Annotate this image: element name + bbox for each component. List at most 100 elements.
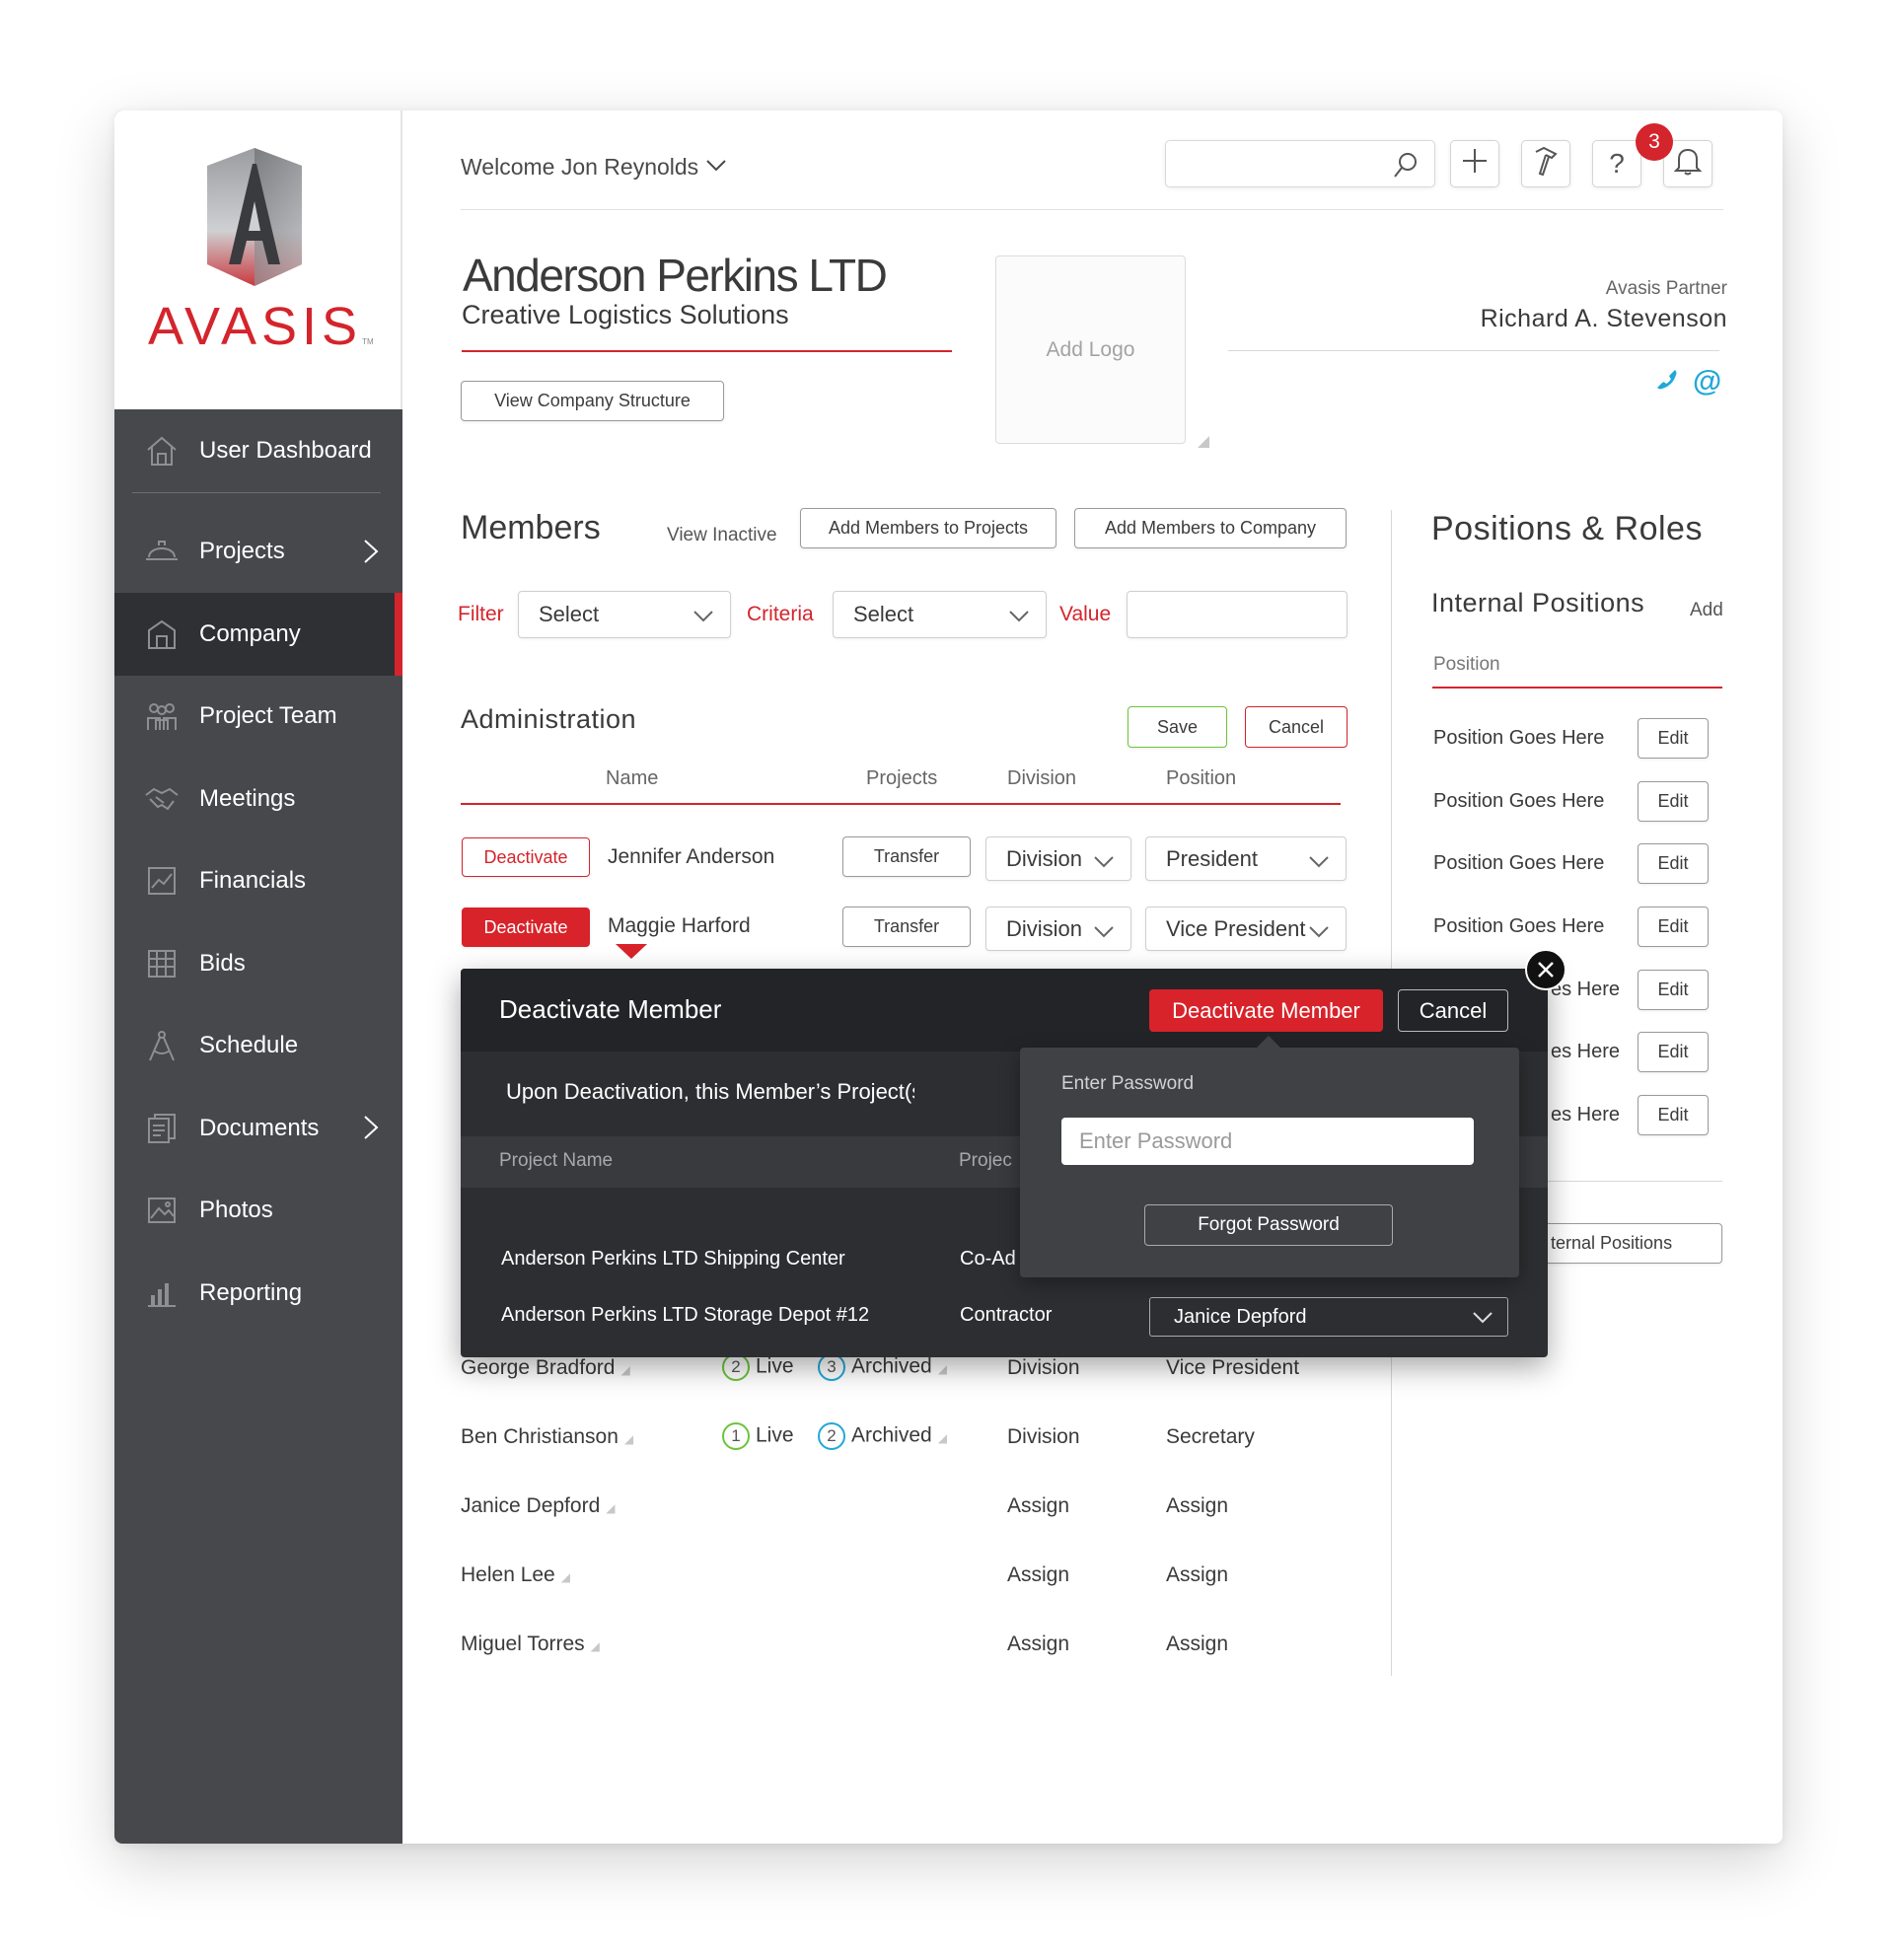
view-company-structure-button[interactable]: View Company Structure: [461, 381, 724, 421]
help-icon: ?: [1609, 148, 1625, 179]
filter-select[interactable]: Select: [518, 591, 731, 638]
save-button[interactable]: Save: [1128, 706, 1227, 748]
division-select[interactable]: Division: [985, 836, 1131, 881]
add-position-link[interactable]: Add: [1690, 600, 1723, 621]
tools-button[interactable]: [1521, 140, 1570, 187]
modal-message: Upon Deactivation, this Member’s Project…: [506, 1079, 914, 1104]
member-name[interactable]: Miguel Torres ◢: [461, 1633, 600, 1656]
edit-position-button[interactable]: Edit: [1638, 718, 1709, 759]
criteria-select[interactable]: Select: [833, 591, 1047, 638]
project-name-column: Project Name: [499, 1150, 614, 1171]
confirm-deactivate-button[interactable]: Deactivate Member: [1149, 989, 1383, 1032]
password-label: Enter Password: [1061, 1073, 1195, 1094]
assign-division-link[interactable]: Assign: [1007, 1563, 1069, 1587]
chevron-down-icon[interactable]: [705, 154, 727, 176]
expand-triangle-icon[interactable]: ◢: [561, 1570, 570, 1584]
member-name[interactable]: Helen Lee ◢: [461, 1563, 570, 1587]
brand-logo[interactable]: AVASISTM: [114, 110, 402, 409]
chevron-down-icon: [693, 611, 713, 622]
edit-position-button[interactable]: Edit: [1638, 843, 1709, 884]
column-header-position[interactable]: Position: [1166, 767, 1236, 790]
internal-positions-title: Internal Positions: [1431, 588, 1645, 617]
column-header-projects[interactable]: Projects: [866, 767, 937, 790]
edit-position-button[interactable]: Edit: [1638, 781, 1709, 822]
sidebar-item-photos[interactable]: Photos: [114, 1170, 402, 1253]
help-button[interactable]: ?: [1592, 140, 1641, 187]
member-name[interactable]: Janice Depford ◢: [461, 1494, 615, 1518]
transfer-button[interactable]: Transfer: [842, 836, 971, 877]
member-name: Maggie Harford: [608, 914, 751, 937]
email-icon[interactable]: @: [1693, 365, 1721, 399]
modal-cancel-button[interactable]: Cancel: [1398, 989, 1508, 1032]
expand-triangle-icon[interactable]: ◢: [938, 1362, 947, 1376]
expand-triangle-icon[interactable]: ◢: [606, 1501, 615, 1515]
modal-project-name: Anderson Perkins LTD Storage Depot #12: [501, 1304, 870, 1326]
assign-position-link[interactable]: Assign: [1166, 1633, 1228, 1656]
add-members-to-projects-button[interactable]: Add Members to Projects: [800, 508, 1056, 548]
assign-position-link[interactable]: Assign: [1166, 1494, 1228, 1518]
value-input[interactable]: [1127, 591, 1348, 638]
sidebar-item-label: User Dashboard: [199, 436, 372, 464]
edit-position-button[interactable]: Edit: [1638, 1032, 1709, 1072]
deactivate-button-active[interactable]: Deactivate: [462, 907, 590, 947]
cancel-button[interactable]: Cancel: [1245, 706, 1348, 748]
criteria-select-value: Select: [853, 602, 914, 626]
modal-project-role: Contractor: [960, 1304, 1053, 1326]
expand-triangle-icon[interactable]: ◢: [620, 1363, 629, 1377]
add-members-to-company-button[interactable]: Add Members to Company: [1074, 508, 1347, 548]
sidebar-item-documents[interactable]: Documents: [114, 1087, 402, 1170]
expand-triangle-icon[interactable]: ◢: [624, 1432, 633, 1446]
modal-header: Deactivate Member Deactivate Member Canc…: [461, 969, 1548, 1052]
transfer-button[interactable]: Transfer: [842, 907, 971, 947]
search-icon[interactable]: [1393, 151, 1419, 179]
project-counts: 2 Archived ◢: [818, 1422, 947, 1450]
sidebar-item-schedule[interactable]: Schedule: [114, 1005, 402, 1088]
search-input[interactable]: [1165, 140, 1435, 187]
add-button[interactable]: [1450, 140, 1499, 187]
member-name[interactable]: Ben Christianson ◢: [461, 1425, 633, 1449]
position-select[interactable]: Vice President: [1145, 907, 1347, 951]
app-window: AVASISTM User Dashboard Projects Company…: [114, 110, 1783, 1844]
sidebar-item-project-team[interactable]: Project Team: [114, 676, 402, 759]
sidebar-item-bids[interactable]: Bids: [114, 922, 402, 1005]
view-inactive-link[interactable]: View Inactive: [667, 525, 777, 546]
password-field[interactable]: [1061, 1118, 1474, 1165]
sidebar-item-reporting[interactable]: Reporting: [114, 1252, 402, 1335]
expand-triangle-icon[interactable]: ◢: [591, 1639, 600, 1653]
building-icon: [144, 617, 180, 652]
close-icon[interactable]: [1525, 949, 1566, 990]
filter-select-value: Select: [539, 602, 600, 626]
criteria-label: Criteria: [747, 603, 814, 625]
sidebar-item-company[interactable]: Company: [114, 593, 402, 676]
partner-divider: [1228, 350, 1719, 351]
sidebar-item-meetings[interactable]: Meetings: [114, 758, 402, 840]
user-menu-label[interactable]: Welcome Jon Reynolds: [461, 154, 698, 181]
assign-division-link[interactable]: Assign: [1007, 1633, 1069, 1656]
partner-contact: @: [1653, 365, 1721, 399]
column-header-division[interactable]: Division: [1007, 767, 1076, 790]
filter-label: Filter: [458, 603, 504, 625]
assign-division-link[interactable]: Assign: [1007, 1494, 1069, 1518]
forgot-password-button[interactable]: Forgot Password: [1144, 1204, 1393, 1246]
sidebar-item-financials[interactable]: Financials: [114, 840, 402, 923]
edit-position-button[interactable]: Edit: [1638, 907, 1709, 947]
partner-label: Avasis Partner: [1605, 278, 1727, 299]
position-item: Position Goes Here: [1433, 915, 1605, 937]
edit-position-button[interactable]: Edit: [1638, 970, 1709, 1010]
phone-icon[interactable]: [1653, 366, 1679, 399]
member-name[interactable]: George Bradford ◢: [461, 1356, 630, 1380]
division-select[interactable]: Division: [985, 907, 1131, 951]
deactivate-pointer: [616, 944, 647, 959]
column-header-name[interactable]: Name: [606, 767, 658, 790]
reassign-member-select[interactable]: Janice Depford: [1149, 1297, 1508, 1337]
add-logo-dropzone[interactable]: Add Logo: [995, 255, 1186, 444]
sidebar-item-projects[interactable]: Projects: [114, 511, 402, 594]
expand-triangle-icon[interactable]: ◢: [938, 1431, 947, 1445]
assign-position-link[interactable]: Assign: [1166, 1563, 1228, 1587]
member-name: Jennifer Anderson: [608, 845, 775, 868]
sidebar-item-user-dashboard[interactable]: User Dashboard: [114, 409, 402, 492]
deactivate-button[interactable]: Deactivate: [462, 837, 590, 877]
edit-position-button[interactable]: Edit: [1638, 1095, 1709, 1135]
home-icon: [144, 433, 180, 469]
position-select[interactable]: President: [1145, 836, 1347, 881]
